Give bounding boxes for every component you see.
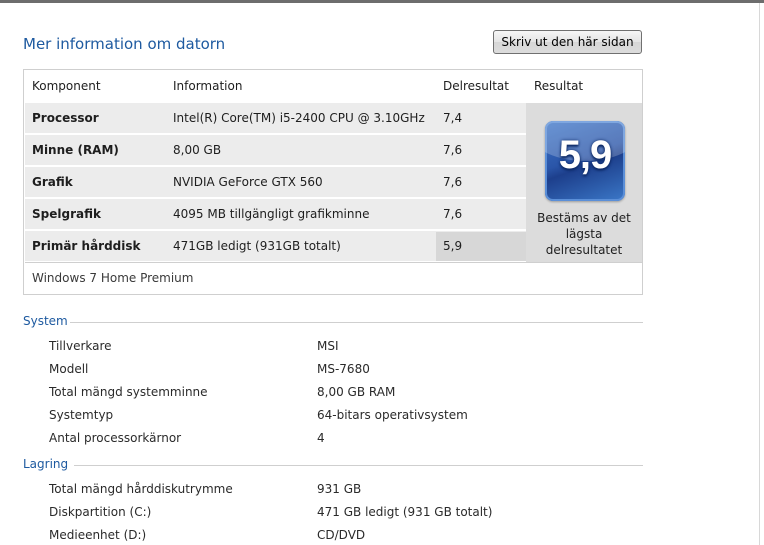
component-subscore: 7,4 [443, 111, 463, 125]
header-result: Resultat [534, 79, 584, 93]
system-value: MSI [317, 339, 339, 353]
component-name: Spelgrafik [32, 207, 101, 221]
page-title: Mer information om datorn [23, 35, 226, 53]
system-label: Modell [49, 362, 89, 376]
component-subscore: 7,6 [443, 143, 463, 157]
windows-edition: Windows 7 Home Premium [32, 271, 194, 285]
top-border [0, 0, 764, 3]
system-label: Tillverkare [49, 339, 112, 353]
print-page-button[interactable]: Skriv ut den här sidan [493, 30, 642, 54]
system-label: Systemtyp [49, 408, 114, 422]
system-value: MS-7680 [317, 362, 370, 376]
component-info: 4095 MB tillgängligt grafikminne [173, 207, 370, 221]
base-score: 5,9 [558, 133, 613, 177]
component-name: Processor [32, 111, 99, 125]
system-label: Antal processorkärnor [49, 431, 182, 445]
component-subscore: 5,9 [443, 239, 463, 253]
system-label: Total mängd systemminne [49, 385, 208, 399]
system-value: 4 [317, 431, 325, 445]
section-title-system: System [23, 314, 68, 328]
score-caption: Bestäms av det lägsta delresultatet [537, 211, 631, 257]
storage-value: CD/DVD [317, 528, 366, 542]
section-divider [70, 322, 643, 323]
storage-label: Diskpartition (C:) [49, 505, 152, 519]
storage-value: 471 GB ledigt (931 GB totalt) [317, 505, 493, 519]
section-divider [74, 465, 643, 466]
component-info: 8,00 GB [173, 143, 222, 157]
component-info: 471GB ledigt (931GB totalt) [173, 239, 341, 253]
wei-table: Komponent Information Delresultat Result… [23, 69, 643, 295]
component-subscore: 7,6 [443, 207, 463, 221]
component-name: Minne (RAM) [32, 143, 119, 157]
header-component: Komponent [32, 79, 101, 93]
header-subscore: Delresultat [443, 79, 509, 93]
storage-label: Medieenhet (D:) [49, 528, 147, 542]
system-value: 64-bitars operativsystem [317, 408, 468, 422]
component-subscore: 7,6 [443, 175, 463, 189]
storage-label: Total mängd hårddiskutrymme [49, 482, 233, 496]
component-name: Grafik [32, 175, 73, 189]
score-badge-icon: 5,9 [545, 121, 625, 201]
divider [25, 262, 643, 263]
storage-value: 931 GB [317, 482, 362, 496]
right-border [759, 3, 760, 545]
component-info: NVIDIA GeForce GTX 560 [173, 175, 323, 189]
component-name: Primär hårddisk [32, 239, 141, 253]
header-information: Information [173, 79, 243, 93]
section-title-storage: Lagring [23, 457, 69, 471]
component-info: Intel(R) Core(TM) i5-2400 CPU @ 3.10GHz [173, 111, 425, 125]
result-panel: 5,9 Bestäms av det lägsta delresultatet [526, 103, 642, 262]
system-value: 8,00 GB RAM [317, 385, 396, 399]
